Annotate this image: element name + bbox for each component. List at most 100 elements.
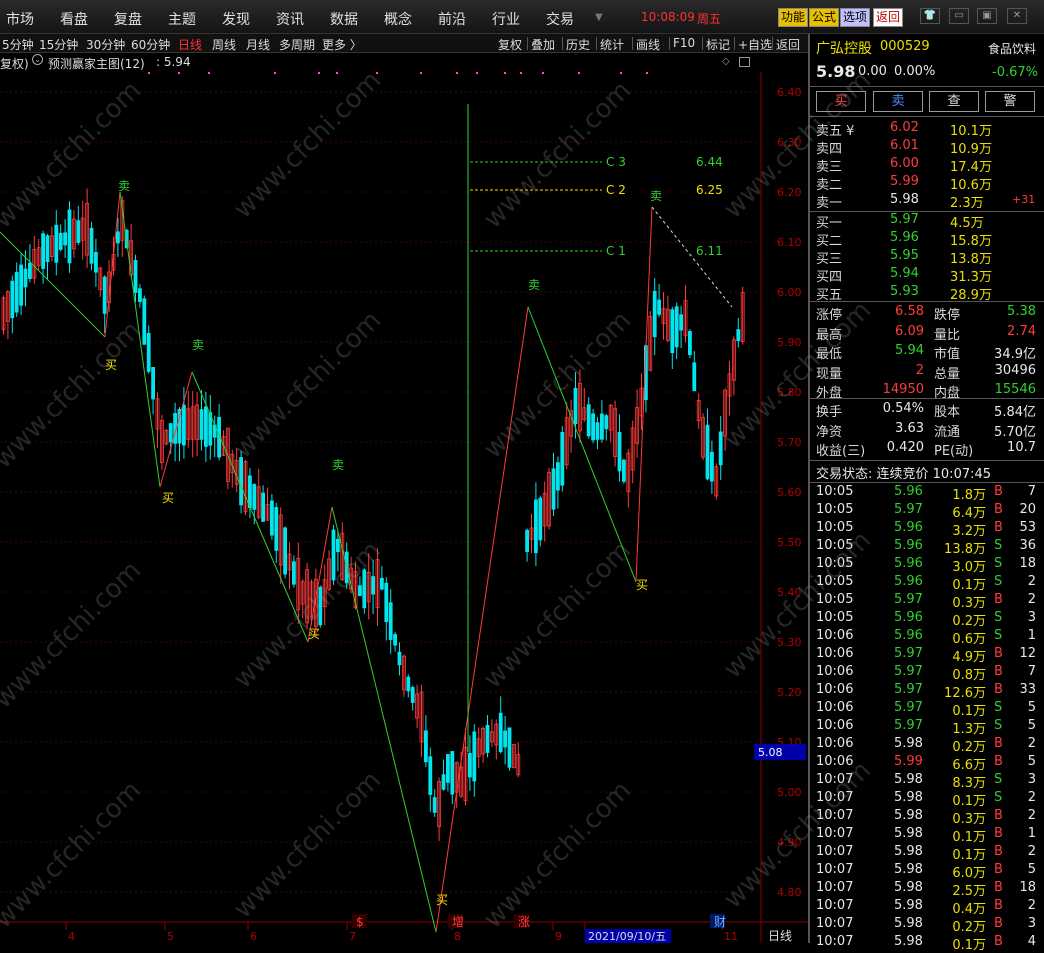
top-button-3[interactable]: 返回 (873, 8, 903, 27)
shirt-icon[interactable]: 👕 (920, 8, 940, 24)
restore-icon[interactable]: ▣ (977, 8, 997, 24)
chevron-down-icon[interactable]: ⌄ (32, 54, 43, 65)
period-tab-5[interactable]: 周线 (212, 36, 236, 53)
tool-separator (702, 37, 703, 50)
close-icon[interactable]: ✕ (1007, 8, 1027, 24)
stat-label: 现量 (816, 366, 843, 382)
menu-item-3[interactable]: 主题 (168, 9, 196, 29)
stat-value: 2.74 (1007, 323, 1036, 339)
tick-count: 12 (1019, 646, 1036, 661)
tick-volume: 3.0万 (952, 560, 986, 575)
price-change-pct: 0.00% (894, 64, 936, 79)
top-button-2[interactable]: 选项 (840, 8, 870, 27)
industry-name[interactable]: 食品饮料 (988, 40, 1036, 57)
menu-item-10[interactable]: 交易 (546, 9, 574, 29)
period-tab-7[interactable]: 多周期 (279, 36, 315, 53)
candle-body (397, 651, 402, 666)
indicator-name[interactable]: 预测赢家主图(12) (48, 55, 145, 72)
tool-button-0[interactable]: 复权 (498, 36, 522, 53)
tool-button-4[interactable]: 画线 (636, 36, 660, 53)
bid-price: 5.93 (890, 284, 919, 299)
tick-time: 10:07 (816, 862, 854, 877)
zigzag-line (435, 306, 529, 933)
tool-button-2[interactable]: 历史 (566, 36, 590, 53)
signal-dot (420, 72, 422, 74)
action-button-3[interactable]: 警 (985, 91, 1035, 112)
period-tab-1[interactable]: 15分钟 (39, 36, 78, 53)
action-button-1[interactable]: 卖 (873, 91, 923, 112)
candle-body (688, 331, 692, 356)
x-tick-label: 2021/09/10/五 (588, 930, 666, 943)
event-mark[interactable]: 涨 (518, 914, 530, 929)
stat-label: 涨停 (816, 308, 843, 323)
top-button-0[interactable]: 功能 (778, 8, 808, 27)
tick-side: B (994, 916, 1003, 931)
minimize-icon[interactable]: ▭ (949, 8, 969, 24)
candle-body (137, 288, 142, 303)
candle-body (503, 730, 508, 748)
stat-label: 跌停 (934, 308, 961, 323)
bid-volume: 31.3万 (950, 270, 992, 285)
menu-item-4[interactable]: 发现 (222, 9, 250, 29)
diamond-icon[interactable]: ◇ (722, 56, 730, 67)
tick-side: B (994, 520, 1003, 535)
candle-body (116, 231, 120, 244)
stat-label: 股本 (934, 405, 961, 420)
tick-side: B (994, 826, 1003, 841)
signal-buy: 买 (436, 893, 448, 907)
tick-time: 10:07 (816, 826, 854, 841)
price-change: 0.00 (858, 64, 887, 79)
signal-sell: 卖 (192, 338, 204, 352)
target-label: C 3 (606, 155, 626, 169)
menu-item-5[interactable]: 资讯 (276, 9, 304, 29)
event-mark[interactable]: $ (356, 915, 364, 929)
candle-body (199, 409, 204, 440)
stat-value: 14950 (882, 382, 924, 397)
y-tick-label: 6.10 (777, 236, 802, 249)
period-tab-4[interactable]: 日线 (178, 36, 202, 53)
tick-count: 2 (1027, 592, 1036, 607)
menu-item-7[interactable]: 概念 (384, 9, 412, 29)
event-mark[interactable]: 财 (714, 915, 726, 929)
period-tab-0[interactable]: 5分钟 (2, 36, 34, 53)
divider (810, 482, 1044, 483)
tool-button-7[interactable]: +自选 (738, 36, 772, 53)
stat-label: 最低 (816, 347, 843, 362)
period-tab-2[interactable]: 30分钟 (86, 36, 125, 53)
divider (810, 116, 1044, 117)
menu-item-1[interactable]: 看盘 (60, 9, 88, 29)
tick-price: 5.96 (894, 556, 923, 571)
tool-button-6[interactable]: 标记 (706, 36, 730, 53)
menu-item-8[interactable]: 前沿 (438, 9, 466, 29)
window-toggle-icon[interactable] (739, 57, 750, 67)
x-tick-label: 7 (349, 930, 356, 943)
tick-side: S (994, 790, 1003, 805)
tick-volume: 12.6万 (944, 686, 986, 701)
tool-button-3[interactable]: 统计 (600, 36, 624, 53)
tool-button-8[interactable]: 返回 (776, 36, 800, 53)
candle-body (357, 585, 362, 597)
tick-volume: 0.1万 (952, 848, 986, 863)
menu-item-6[interactable]: 数据 (330, 9, 358, 29)
top-button-1[interactable]: 公式 (809, 8, 839, 27)
bid-price: 5.96 (890, 230, 919, 245)
tick-time: 10:07 (816, 844, 854, 859)
action-button-2[interactable]: 查 (929, 91, 979, 112)
candle-body (203, 406, 208, 447)
action-button-0[interactable]: 买 (816, 91, 866, 112)
menu-item-0[interactable]: 市场 (6, 9, 34, 29)
event-mark[interactable]: 增 (452, 915, 464, 929)
menu-expand-icon[interactable]: ▼ (595, 12, 603, 23)
tick-volume: 0.1万 (952, 830, 986, 845)
tool-button-1[interactable]: 叠加 (531, 36, 555, 53)
stat-value: 0.54% (882, 401, 924, 416)
candle-body (718, 431, 723, 466)
tool-button-5[interactable]: F10 (673, 36, 695, 50)
period-tab-3[interactable]: 60分钟 (131, 36, 170, 53)
menu-item-2[interactable]: 复盘 (114, 9, 142, 29)
period-tab-6[interactable]: 月线 (246, 36, 270, 53)
kline-chart[interactable]: 6.40 6.30 6.20 6.10 6.00 5.90 5.80 5.70 5.60 5.50… (0, 72, 808, 943)
y-tick-label: 4.80 (777, 886, 802, 899)
menu-item-9[interactable]: 行业 (492, 9, 520, 29)
period-tab-8[interactable]: 更多 〉 (322, 36, 362, 53)
